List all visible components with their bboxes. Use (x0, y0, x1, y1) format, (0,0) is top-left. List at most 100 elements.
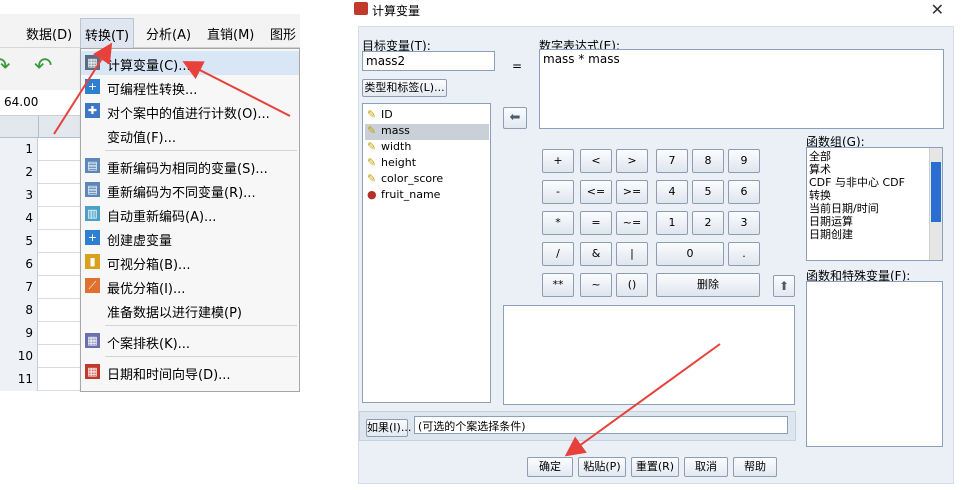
key-greater-than[interactable]: > (616, 149, 648, 173)
menu-item-label: 重新编码为不同变量(R)... (107, 186, 256, 201)
insert-function-button[interactable]: ⬆ (773, 275, 795, 297)
key-not[interactable]: ~ (580, 273, 612, 297)
key-7[interactable]: 7 (656, 149, 688, 173)
key-minus[interactable]: - (542, 180, 574, 204)
menu-data[interactable]: 数据(D) (26, 24, 72, 43)
key-0[interactable]: 0 (656, 242, 724, 266)
table-row[interactable]: 5 (0, 230, 80, 253)
menu-item-recode-different[interactable]: ▤ 重新编码为不同变量(R)... (81, 178, 299, 202)
list-item[interactable]: ✎ width (365, 140, 489, 156)
table-row[interactable]: 10 (0, 345, 80, 368)
menu-graphs[interactable]: 图形 (270, 24, 296, 43)
list-item[interactable]: ✎ mass (365, 124, 489, 140)
target-variable-input[interactable]: mass2 (362, 51, 495, 71)
menu-item-label: 最优分箱(I)... (107, 282, 186, 297)
table-row[interactable]: 2 (0, 161, 80, 184)
functions-special-vars-list[interactable] (806, 281, 943, 447)
help-button[interactable]: 帮助 (733, 457, 777, 477)
scrollbar-thumb[interactable] (931, 162, 941, 222)
list-item[interactable]: 当前日期/时间 (807, 202, 927, 215)
list-item[interactable]: ● fruit_name (365, 188, 489, 204)
if-button[interactable]: 如果(I)... (366, 419, 411, 437)
table-row[interactable]: 7 (0, 276, 80, 299)
table-row[interactable]: 8 (0, 299, 80, 322)
menu-item-create-dummy[interactable]: + 创建虚变量 (81, 226, 299, 250)
move-variable-button[interactable]: ⬅ (503, 107, 527, 129)
key-less-than[interactable]: < (580, 149, 612, 173)
key-plus[interactable]: + (542, 149, 574, 173)
key-5[interactable]: 5 (692, 180, 724, 204)
list-item[interactable]: ✎ color_score (365, 172, 489, 188)
compute-variable-dialog: 计算变量 ✕ 目标变量(T): mass2 = 数字表达式(E): mass *… (350, 0, 962, 490)
key-9[interactable]: 9 (728, 149, 760, 173)
function-group-list[interactable]: 全部 算术 CDF 与非中心 CDF 转换 当前日期/时间 日期运算 日期创建 (806, 147, 943, 261)
key-greater-equal[interactable]: >= (616, 180, 648, 204)
menu-item-optimal-binning[interactable]: ⟋ 最优分箱(I)... (81, 274, 299, 298)
close-icon[interactable]: ✕ (931, 0, 944, 19)
key-multiply[interactable]: * (542, 211, 574, 235)
key-or[interactable]: | (616, 242, 648, 266)
key-2[interactable]: 2 (692, 211, 724, 235)
key-1[interactable]: 1 (656, 211, 688, 235)
key-divide[interactable]: / (542, 242, 574, 266)
menu-divider (105, 150, 297, 151)
key-4[interactable]: 4 (656, 180, 688, 204)
key-6[interactable]: 6 (728, 180, 760, 204)
undo-icon[interactable]: ↶ (34, 56, 52, 78)
key-parentheses[interactable]: () (616, 273, 648, 297)
if-condition-field: (可选的个案选择条件) (414, 416, 788, 434)
menu-item-auto-recode[interactable]: ▥ 自动重新编码(A)... (81, 202, 299, 226)
menu-item-date-time-wizard[interactable]: ▦ 日期和时间向导(D)... (81, 360, 299, 384)
key-3[interactable]: 3 (728, 211, 760, 235)
table-row[interactable]: 11 (0, 368, 80, 391)
key-power[interactable]: ** (542, 273, 574, 297)
table-row[interactable]: 4 (0, 207, 80, 230)
list-item[interactable]: 全部 (807, 150, 927, 163)
menu-item-compute-variable[interactable]: ▦ 计算变量(C)... (81, 51, 299, 75)
menu-item-programmability[interactable]: + 可编程性转换... (81, 75, 299, 99)
menu-item-count-values[interactable]: ✚ 对个案中的值进行计数(O)... (81, 99, 299, 123)
row-number: 10 (0, 345, 38, 368)
column-header[interactable] (38, 116, 80, 138)
menu-item-recode-same[interactable]: ▤ 重新编码为相同的变量(S)... (81, 154, 299, 178)
key-and[interactable]: & (580, 242, 612, 266)
rank-icon: ▦ (85, 333, 100, 348)
data-grid: 1 2 3 4 5 6 7 8 9 10 11 (0, 116, 80, 392)
menu-item-shift-values[interactable]: 变动值(F)... (81, 123, 299, 147)
scrollbar[interactable] (929, 148, 942, 260)
key-8[interactable]: 8 (692, 149, 724, 173)
ok-button[interactable]: 确定 (527, 457, 573, 477)
list-item[interactable]: 日期创建 (807, 228, 927, 241)
table-row[interactable]: 9 (0, 322, 80, 345)
table-row[interactable]: 6 (0, 253, 80, 276)
list-item[interactable]: 转换 (807, 189, 927, 202)
menu-direct-marketing[interactable]: 直销(M) (207, 24, 254, 43)
key-decimal[interactable]: . (728, 242, 760, 266)
menu-item-prepare-data[interactable]: 准备数据以进行建模(P) (81, 298, 299, 322)
reset-button[interactable]: 重置(R) (631, 457, 679, 477)
menu-item-rank-cases[interactable]: ▦ 个案排秩(K)... (81, 329, 299, 353)
key-not-equal[interactable]: ~= (616, 211, 648, 235)
numeric-expression-input[interactable]: mass * mass (539, 49, 944, 129)
key-delete[interactable]: 删除 (656, 273, 760, 297)
cell-value-field[interactable]: 64.00 (0, 90, 80, 116)
list-item[interactable]: CDF 与非中心 CDF (807, 176, 927, 189)
cancel-button[interactable]: 取消 (684, 457, 728, 477)
table-row[interactable]: 3 (0, 184, 80, 207)
paste-button[interactable]: 粘贴(P) (578, 457, 626, 477)
list-item[interactable]: ✎ height (365, 156, 489, 172)
menu-item-label: 变动值(F)... (107, 131, 177, 146)
menu-analyze[interactable]: 分析(A) (146, 24, 191, 43)
table-row[interactable]: 1 (0, 138, 80, 161)
key-equal[interactable]: = (580, 211, 612, 235)
list-item[interactable]: 算术 (807, 163, 927, 176)
variable-list[interactable]: ✎ ID ✎ mass ✎ width ✎ height ✎ color_score ● f… (362, 103, 491, 403)
type-and-label-button[interactable]: 类型和标签(L)... (362, 79, 447, 97)
list-item[interactable]: ✎ ID (365, 108, 489, 124)
key-less-equal[interactable]: <= (580, 180, 612, 204)
list-item[interactable]: 日期运算 (807, 215, 927, 228)
calendar-icon: ▦ (85, 364, 100, 379)
menu-item-visual-binning[interactable]: ▮ 可视分箱(B)... (81, 250, 299, 274)
menu-transform[interactable]: 转换(T) (80, 18, 135, 48)
redo-icon[interactable]: ↷ (0, 56, 10, 78)
